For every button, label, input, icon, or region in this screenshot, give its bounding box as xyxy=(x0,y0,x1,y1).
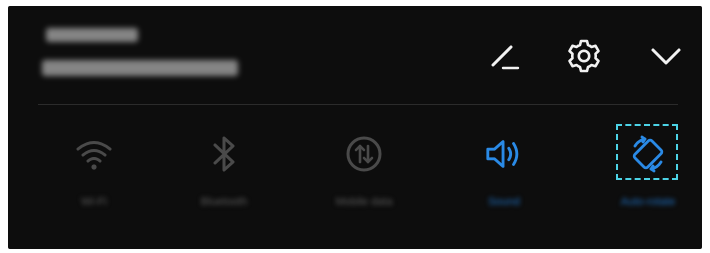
settings-icon xyxy=(568,39,600,73)
header-divider xyxy=(38,104,678,105)
tile-auto-rotate[interactable]: Auto-rotate xyxy=(588,124,708,228)
edit-button[interactable] xyxy=(482,34,526,78)
tile-sound[interactable]: Sound xyxy=(444,128,564,228)
tile-label: Sound xyxy=(488,196,520,208)
tile-wifi[interactable]: Wi-Fi xyxy=(34,128,154,228)
auto-rotate-icon xyxy=(628,134,668,174)
header-datetime xyxy=(42,28,252,84)
tile-label: Wi-Fi xyxy=(81,196,107,208)
chevron-down-icon xyxy=(651,48,681,65)
expand-button[interactable] xyxy=(644,34,688,78)
tile-label: Auto-rotate xyxy=(620,196,676,208)
wifi-icon xyxy=(74,134,114,174)
tile-mobile-data[interactable]: Mobile data xyxy=(304,128,424,228)
mobile-data-icon xyxy=(344,134,384,174)
header-date xyxy=(42,60,238,76)
quick-settings-panel: Wi-Fi Bluetooth Mobile data Sound Auto-r… xyxy=(8,6,702,249)
settings-button[interactable] xyxy=(562,34,606,78)
bluetooth-icon xyxy=(204,134,244,174)
header-time xyxy=(46,28,138,42)
sound-icon xyxy=(484,134,524,174)
edit-icon xyxy=(491,45,520,70)
tile-label: Bluetooth xyxy=(200,196,248,208)
tile-bluetooth[interactable]: Bluetooth xyxy=(164,128,284,228)
tile-label: Mobile data xyxy=(335,196,393,208)
